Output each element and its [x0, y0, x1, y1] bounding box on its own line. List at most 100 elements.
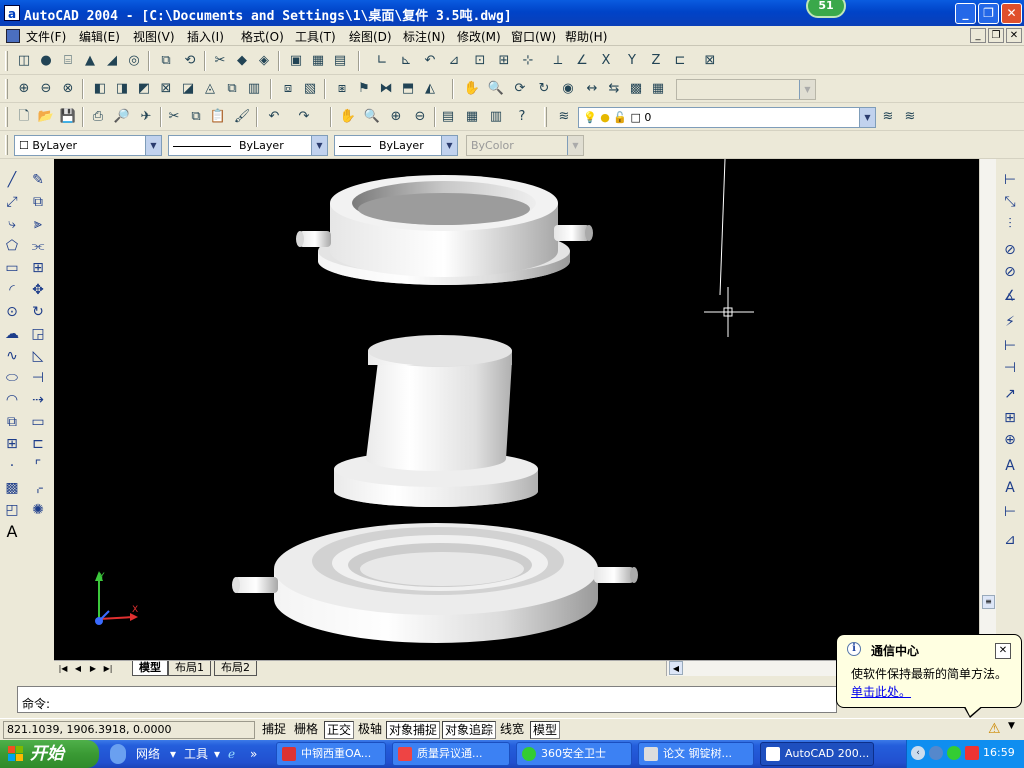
center-mark-icon[interactable]: ⊕	[999, 429, 1021, 451]
ortho-toggle[interactable]: 正交	[324, 721, 355, 739]
orbit-icon[interactable]: ⟳	[510, 79, 530, 99]
torus-icon[interactable]: ◎	[124, 51, 144, 71]
restore-button[interactable]: ❐	[978, 3, 999, 24]
last-tab-button[interactable]: ▶|	[101, 662, 115, 675]
3point-ucs-icon[interactable]: ∠	[572, 51, 592, 71]
properties-icon[interactable]: ▤	[438, 107, 458, 127]
make-block-icon[interactable]: ⊞	[1, 433, 23, 455]
rectangle-icon[interactable]: ▭	[1, 257, 23, 279]
security-tray-icon[interactable]	[947, 746, 961, 760]
continue-dimension-icon[interactable]: ⊣	[999, 357, 1021, 379]
network-tray-icon[interactable]	[929, 746, 943, 760]
rotate-icon[interactable]: ↻	[27, 301, 49, 323]
quick-dimension-icon[interactable]: ⚡	[999, 311, 1021, 333]
task-thesis[interactable]: 论文 钢锭树...	[638, 742, 754, 766]
view-ucs-icon[interactable]: ⊞	[494, 51, 514, 71]
scroll-left-button[interactable]: ◀	[669, 661, 683, 675]
x-ucs-icon[interactable]: X	[596, 51, 616, 71]
lineweight-toggle[interactable]: 线宽	[498, 721, 526, 739]
pan-icon[interactable]: ✋	[338, 107, 358, 127]
slice-icon[interactable]: ✂	[210, 51, 230, 71]
task-360[interactable]: 360安全卫士	[516, 742, 632, 766]
y-ucs-icon[interactable]: Y	[622, 51, 642, 71]
subtract-icon[interactable]: ⊖	[36, 79, 56, 99]
linetype-combo[interactable]: ByLayer ▼	[168, 135, 328, 156]
tolerance-icon[interactable]: ⊞	[999, 407, 1021, 429]
osnap-toggle[interactable]: 对象捕捉	[386, 721, 441, 739]
cylinder-icon[interactable]: ⌸	[58, 51, 78, 71]
diameter-dimension-icon[interactable]: ⊘	[999, 261, 1021, 283]
ucs-icon[interactable]: ∟	[372, 51, 392, 71]
copy-edges-icon[interactable]: ⧈	[278, 79, 298, 99]
dropdown-icon[interactable]: ▾	[214, 744, 220, 764]
balloon-link[interactable]: 单击此处。	[851, 683, 911, 700]
color-combo[interactable]: ☐ ByLayer ▼	[14, 135, 162, 156]
make-object-layer-current-icon[interactable]: ≋	[878, 107, 898, 127]
menu-draw[interactable]: 绘图(D)	[349, 28, 392, 45]
publish-icon[interactable]: ✈	[136, 107, 156, 127]
ellipse-icon[interactable]: ⬭	[1, 367, 23, 389]
angular-dimension-icon[interactable]: ∡	[999, 285, 1021, 307]
color-edges-icon[interactable]: ▧	[300, 79, 320, 99]
object-ucs-icon[interactable]: ⊡	[470, 51, 490, 71]
design-center-icon[interactable]: ▦	[462, 107, 482, 127]
region-icon[interactable]: ◰	[1, 499, 23, 521]
linear-dimension-icon[interactable]: ⊢	[999, 169, 1021, 191]
doc-close-button[interactable]: ✕	[1006, 28, 1022, 43]
zoom-window-std-icon[interactable]: ⊕	[386, 107, 406, 127]
camera-icon[interactable]: ◉	[558, 79, 578, 99]
insert-block-icon[interactable]: ⧉	[1, 411, 23, 433]
more-icon[interactable]: »	[250, 744, 257, 764]
ellipse-arc-icon[interactable]: ◠	[1, 389, 23, 411]
zoom-realtime-icon[interactable]: 🔍	[486, 79, 506, 99]
tray-expand-icon[interactable]: ‹	[911, 746, 925, 760]
layer-properties-icon[interactable]: ≋	[554, 107, 574, 127]
fillet-icon[interactable]: ⌌	[27, 477, 49, 499]
baseline-dimension-icon[interactable]: ⊢	[999, 335, 1021, 357]
shade-icon[interactable]: ▦	[648, 79, 668, 99]
menu-file[interactable]: 文件(F)	[26, 28, 66, 45]
ucs-world-icon[interactable]: ⊾	[396, 51, 416, 71]
help-icon[interactable]: ?	[512, 107, 532, 127]
paste-icon[interactable]: 📋	[208, 107, 228, 127]
tool-palettes-icon[interactable]: ▥	[486, 107, 506, 127]
command-line[interactable]: 命令:	[17, 686, 837, 713]
chamfer-icon[interactable]: ⌜	[27, 455, 49, 477]
tab-layout1[interactable]: 布局1	[168, 661, 211, 676]
box-icon[interactable]: ◫	[14, 51, 34, 71]
move-icon[interactable]: ✥	[27, 279, 49, 301]
open-file-icon[interactable]: 📂	[36, 107, 56, 127]
extrude-icon[interactable]: ⧉	[156, 51, 176, 71]
setup-view-icon[interactable]: ▦	[308, 51, 328, 71]
hatch-icon[interactable]: ▩	[1, 477, 23, 499]
ie-icon[interactable]: ℯ	[228, 744, 235, 764]
first-tab-button[interactable]: |◀	[56, 662, 70, 675]
copy-object-icon[interactable]: ⧉	[27, 191, 49, 213]
model-toggle[interactable]: 模型	[530, 721, 561, 739]
union-icon[interactable]: ⊕	[14, 79, 34, 99]
wedge-icon[interactable]: ◢	[102, 51, 122, 71]
tab-model[interactable]: 模型	[132, 661, 168, 676]
check-icon[interactable]: ◭	[420, 79, 440, 99]
dimension-text-edit-icon[interactable]: A	[999, 477, 1021, 499]
color-faces-icon[interactable]: ▥	[244, 79, 264, 99]
document-icon[interactable]	[6, 29, 20, 43]
warning-icon[interactable]: ⚠	[988, 721, 1004, 737]
ucs-dialog-icon[interactable]: ⊠	[700, 51, 720, 71]
middle-cone-part[interactable]	[334, 335, 538, 507]
menu-edit[interactable]: 编辑(E)	[79, 28, 120, 45]
distance-icon[interactable]: ↔	[582, 79, 602, 99]
menu-window[interactable]: 窗口(W)	[511, 28, 556, 45]
array-icon[interactable]: ⊞	[27, 257, 49, 279]
break-icon[interactable]: ⊏	[27, 433, 49, 455]
ordinate-dimension-icon[interactable]: ⫶	[999, 213, 1021, 235]
line-icon[interactable]: ╱	[1, 169, 23, 191]
redo-icon[interactable]: ↷	[294, 107, 314, 127]
balloon-close-button[interactable]: ✕	[995, 643, 1011, 659]
dimension-update-icon[interactable]: ⊢	[999, 501, 1021, 523]
menu-modify[interactable]: 修改(M)	[457, 28, 501, 45]
menu-dimension[interactable]: 标注(N)	[403, 28, 445, 45]
section-icon[interactable]: ◆	[232, 51, 252, 71]
move-faces-icon[interactable]: ◨	[112, 79, 132, 99]
continuous-orbit-icon[interactable]: ↻	[534, 79, 554, 99]
